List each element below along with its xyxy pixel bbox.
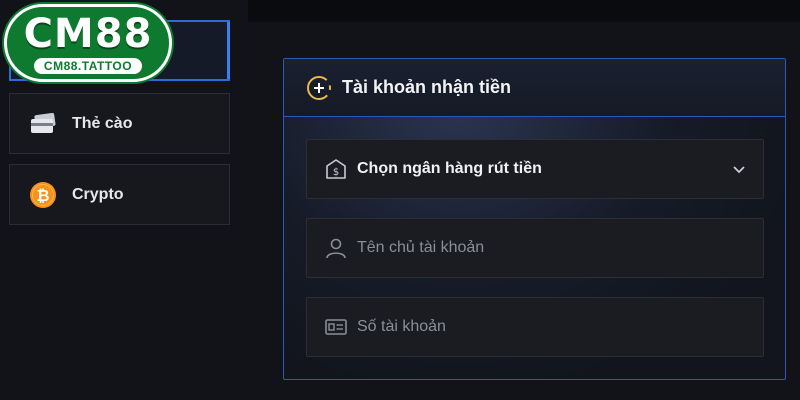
bitcoin-icon: ₿ [28,180,58,210]
svg-text:$: $ [333,167,339,178]
sidebar-item-the-cao[interactable]: Thẻ cào [9,93,230,154]
payout-account-panel: Tài khoản nhận tiền $ Chọn ngân hàng rút… [283,58,786,380]
sidebar-item-label: Thẻ cào [72,114,133,132]
bank-select-label: Chọn ngân hàng rút tiền [357,160,542,177]
account-number-input[interactable] [357,298,763,356]
logo-domain: CM88.TATTOO [33,58,143,74]
logo-wordmark: CM88 [23,11,153,57]
brand-logo[interactable]: CM88 CM88.TATTOO [4,4,172,82]
card-icon [28,109,58,139]
panel-header: Tài khoản nhận tiền [284,59,785,117]
add-circle-icon [306,75,332,101]
user-icon [323,235,349,261]
sidebar-item-label: Crypto [72,185,124,203]
sidebar-item-crypto[interactable]: ₿ Crypto [9,164,230,225]
account-number-field[interactable] [306,297,764,357]
account-holder-input[interactable] [357,219,763,277]
id-card-icon [323,314,349,340]
svg-text:₿: ₿ [36,186,49,205]
panel-title: Tài khoản nhận tiền [342,77,512,97]
account-holder-field[interactable] [306,218,764,278]
bank-select[interactable]: $ Chọn ngân hàng rút tiền [306,139,764,199]
bank-icon: $ [323,156,349,182]
chevron-down-icon [731,161,747,177]
